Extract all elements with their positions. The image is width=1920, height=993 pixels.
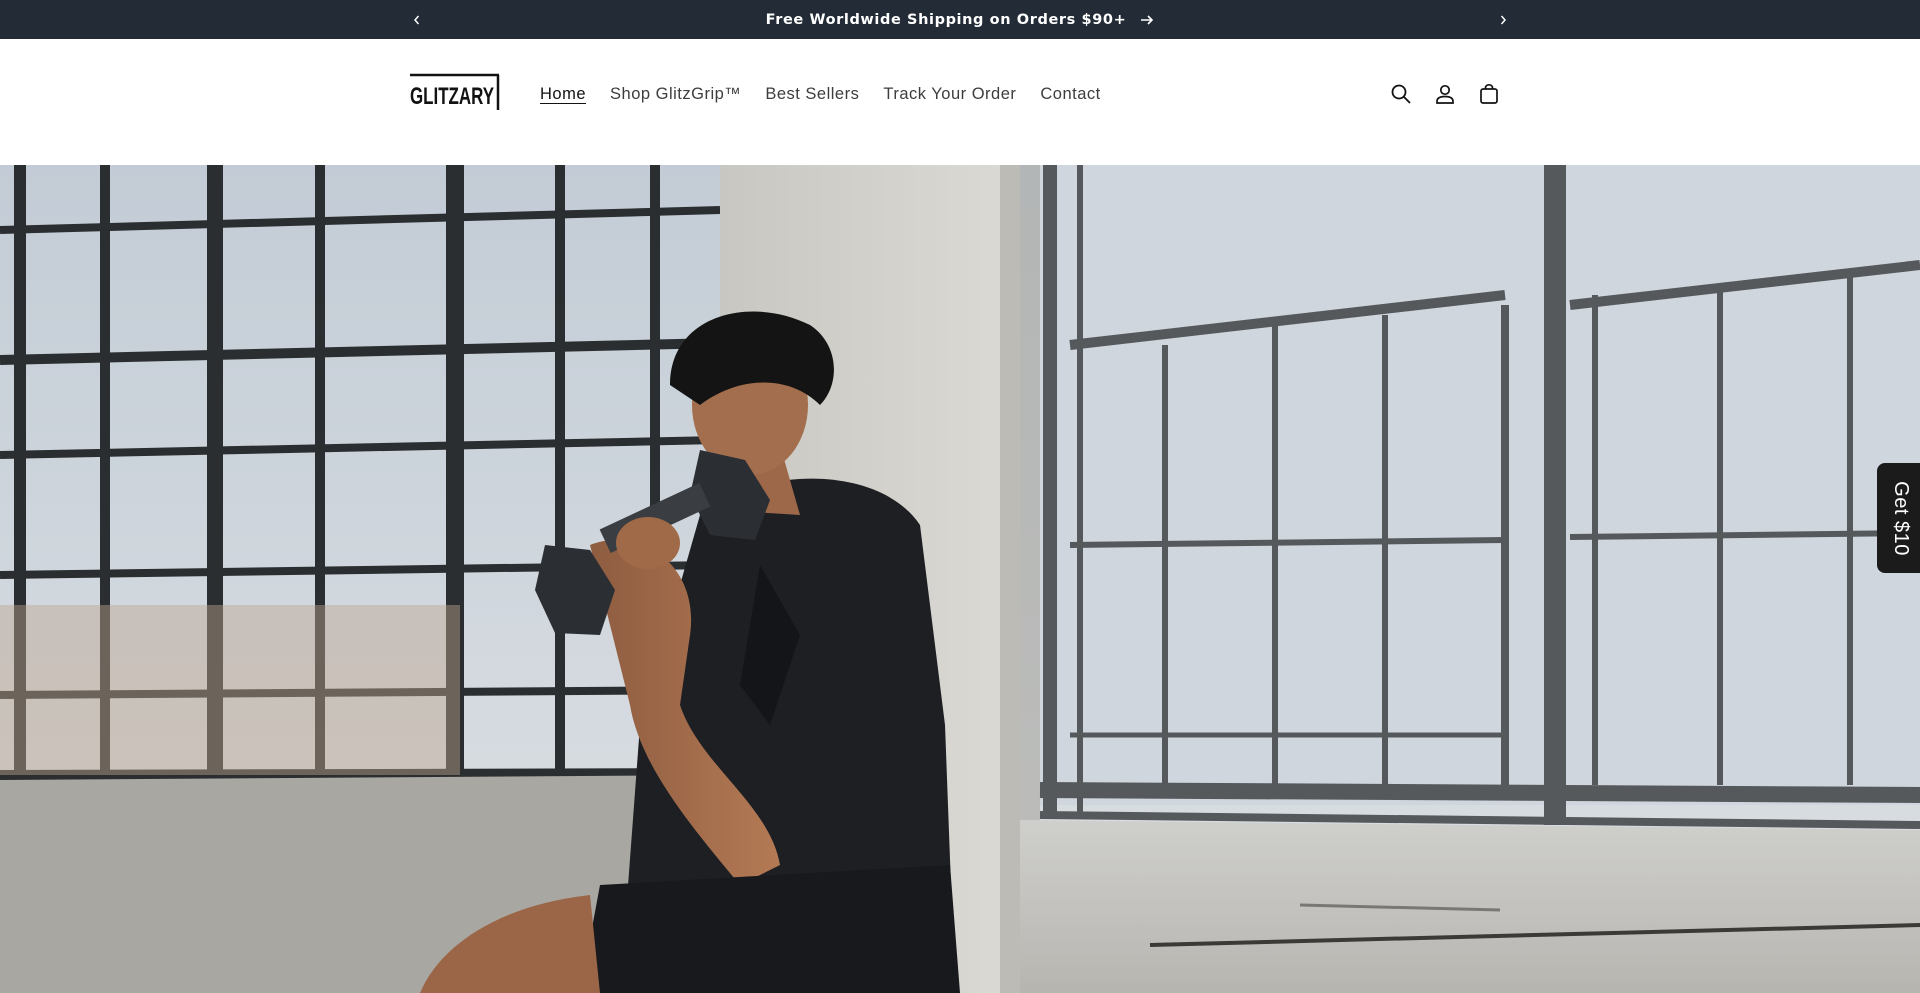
get-10-tab[interactable]: Get $10 bbox=[1877, 463, 1920, 573]
site-logo[interactable]: GLITZARY bbox=[409, 73, 501, 111]
nav-contact[interactable]: Contact bbox=[1028, 85, 1112, 104]
search-icon bbox=[1391, 84, 1411, 104]
main-nav: Home Shop GlitzGrip™ Best Sellers Track … bbox=[528, 81, 1113, 107]
announcement-link[interactable]: Free Worldwide Shipping on Orders $90+ bbox=[766, 12, 1155, 28]
chevron-right-icon bbox=[1500, 15, 1506, 24]
hero-banner bbox=[0, 165, 1920, 993]
side-tab-label: Get $10 bbox=[1889, 480, 1912, 556]
arrow-right-icon bbox=[1141, 14, 1154, 25]
announcement-text: Free Worldwide Shipping on Orders $90+ bbox=[765, 11, 1127, 28]
announcement-bar: Free Worldwide Shipping on Orders $90+ bbox=[0, 0, 1920, 39]
nav-home[interactable]: Home bbox=[528, 85, 598, 104]
chevron-left-icon bbox=[414, 15, 420, 24]
cart-icon bbox=[1480, 83, 1498, 104]
announcement-next-button[interactable] bbox=[1483, 0, 1523, 39]
hero-image bbox=[0, 165, 1920, 993]
nav-track-order[interactable]: Track Your Order bbox=[871, 85, 1028, 104]
account-icon bbox=[1436, 84, 1454, 104]
account-button[interactable] bbox=[1430, 79, 1460, 109]
site-header: GLITZARY Home Shop GlitzGrip™ Best Selle… bbox=[0, 39, 1920, 165]
nav-shop-glitzgrip[interactable]: Shop GlitzGrip™ bbox=[598, 85, 753, 104]
nav-best-sellers[interactable]: Best Sellers bbox=[753, 85, 871, 104]
cart-button[interactable] bbox=[1474, 79, 1504, 109]
header-icons bbox=[1386, 77, 1504, 111]
search-button[interactable] bbox=[1386, 79, 1416, 109]
announcement-prev-button[interactable] bbox=[397, 0, 437, 39]
logo-text: GLITZARY bbox=[410, 83, 494, 110]
